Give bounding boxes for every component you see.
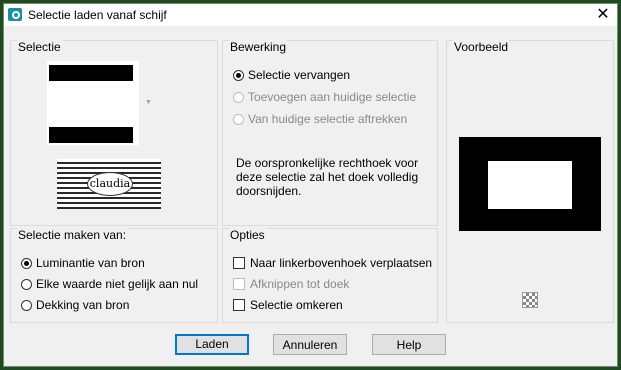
voorbeeld-group: Voorbeeld bbox=[446, 40, 614, 323]
opties-label: Opties bbox=[229, 228, 266, 242]
selection-thumb-bottom-bar bbox=[49, 127, 133, 143]
radio-elke-waarde[interactable]: Elke waarde niet gelijk aan nul bbox=[21, 276, 198, 292]
checkbox-label: Selectie omkeren bbox=[250, 298, 343, 312]
radio-button-disabled bbox=[233, 91, 244, 103]
radio-label: Elke waarde niet gelijk aan nul bbox=[36, 277, 199, 291]
radio-aftrekken: Van huidige selectie aftrekken bbox=[233, 111, 407, 127]
selectie-label: Selectie bbox=[17, 40, 62, 54]
bewerking-label: Bewerking bbox=[229, 40, 288, 54]
selection-thumb-top-bar bbox=[49, 65, 133, 81]
title-bar: Selectie laden vanaf schijf ✕ bbox=[4, 4, 617, 26]
checkbox-label: Afknippen tot doek bbox=[250, 277, 350, 291]
radio-button-disabled bbox=[233, 113, 244, 125]
check-afknippen: Afknippen tot doek bbox=[233, 276, 349, 292]
radio-selectie-vervangen[interactable]: Selectie vervangen bbox=[233, 67, 350, 83]
bewerking-group: Bewerking Selectie vervangen Toevoegen a… bbox=[222, 40, 438, 226]
selectie-maken-group: Selectie maken van: Luminantie van bron … bbox=[10, 228, 218, 323]
window-title: Selectie laden vanaf schijf bbox=[28, 8, 167, 22]
selectie-group: Selectie ▼ claudia bbox=[10, 40, 218, 226]
dialog-window: Selectie laden vanaf schijf ✕ Selectie ▼… bbox=[3, 3, 618, 367]
preview-canvas bbox=[459, 137, 601, 231]
bewerking-description: De oorspronkelijke rechthoek voor deze s… bbox=[236, 156, 419, 198]
radio-label: Van huidige selectie aftrekken bbox=[248, 112, 408, 126]
checkbox[interactable] bbox=[233, 257, 245, 269]
radio-label: Toevoegen aan huidige selectie bbox=[248, 90, 417, 104]
selectie-maken-label: Selectie maken van: bbox=[17, 228, 128, 242]
check-omkeren[interactable]: Selectie omkeren bbox=[233, 297, 343, 313]
radio-button[interactable] bbox=[21, 299, 32, 311]
transparency-checker-icon[interactable] bbox=[522, 292, 538, 308]
checkbox-disabled bbox=[233, 278, 245, 290]
logo-text: claudia bbox=[87, 172, 133, 196]
checkbox[interactable] bbox=[233, 299, 245, 311]
app-icon bbox=[8, 8, 22, 21]
voorbeeld-label: Voorbeeld bbox=[453, 40, 510, 54]
checkbox-label: Naar linkerbovenhoek verplaatsen bbox=[250, 256, 433, 270]
radio-label: Luminantie van bron bbox=[36, 256, 145, 270]
radio-button[interactable] bbox=[21, 278, 32, 290]
selection-dropdown[interactable] bbox=[47, 61, 139, 145]
cancel-button[interactable]: Annuleren bbox=[273, 334, 347, 355]
opties-group: Opties Naar linkerbovenhoek verplaatsen … bbox=[222, 228, 438, 323]
help-button[interactable]: Help bbox=[372, 334, 446, 355]
radio-label: Selectie vervangen bbox=[248, 68, 351, 82]
close-icon[interactable]: ✕ bbox=[593, 6, 613, 24]
radio-label: Dekking van bron bbox=[36, 298, 130, 312]
radio-toevoegen: Toevoegen aan huidige selectie bbox=[233, 89, 416, 105]
radio-button-checked[interactable] bbox=[233, 69, 244, 81]
preview-selection bbox=[488, 161, 572, 209]
radio-dekking[interactable]: Dekking van bron bbox=[21, 297, 129, 313]
dropdown-arrow-icon[interactable]: ▼ bbox=[145, 99, 152, 106]
load-button[interactable]: Laden bbox=[175, 334, 249, 355]
radio-button-checked[interactable] bbox=[21, 257, 32, 269]
radio-luminantie[interactable]: Luminantie van bron bbox=[21, 255, 145, 271]
check-linkerbovenhoek[interactable]: Naar linkerbovenhoek verplaatsen bbox=[233, 255, 432, 271]
claudia-logo: claudia bbox=[57, 159, 161, 209]
